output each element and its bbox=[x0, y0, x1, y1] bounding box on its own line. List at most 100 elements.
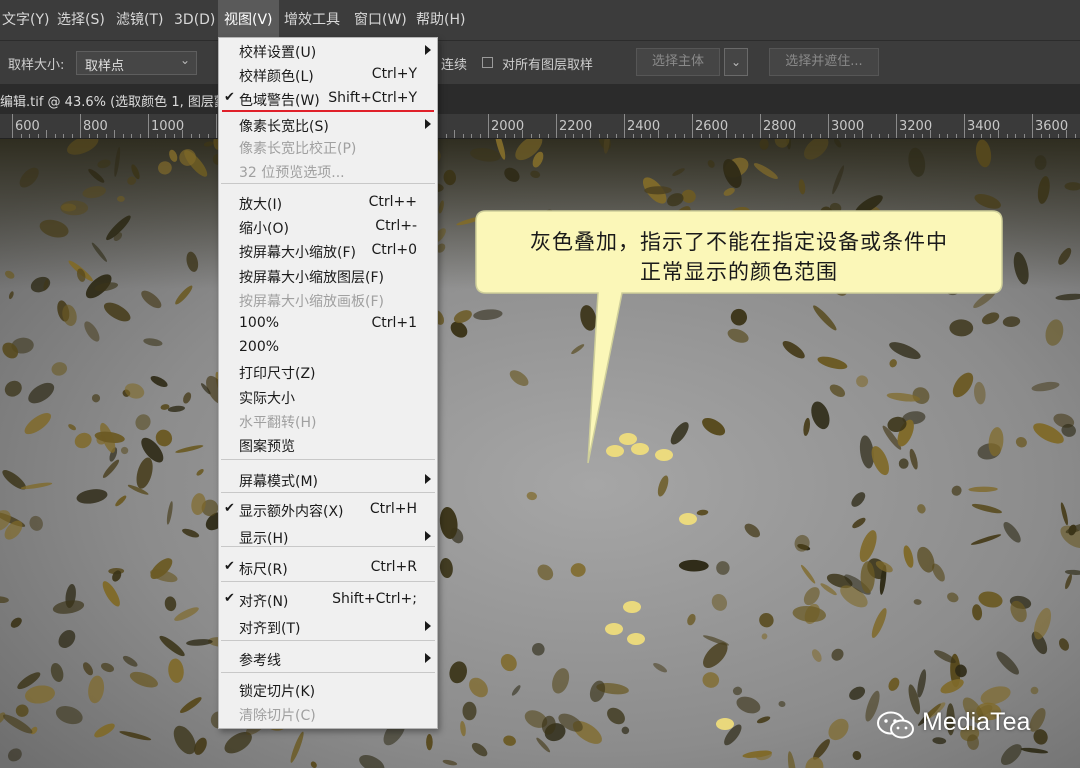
ruler-tick bbox=[556, 114, 557, 138]
view-menu-item: 按屏幕大小缩放画板(F) bbox=[219, 288, 437, 312]
menu-separator bbox=[221, 492, 435, 493]
ruler-tick bbox=[1049, 134, 1050, 138]
ruler-tick bbox=[786, 134, 787, 138]
wechat-icon bbox=[877, 711, 914, 739]
view-menu-item[interactable]: 校样颜色(L) Ctrl+Y bbox=[219, 63, 437, 87]
select-subject-button[interactable]: 选择主体 bbox=[636, 48, 720, 76]
ruler-tick bbox=[21, 134, 22, 138]
menu-bar: 文字(Y) 选择(S) 滤镜(T) 3D(D) 视图(V) 增效工具 窗口(W)… bbox=[0, 0, 1080, 40]
view-menu-item[interactable]: 放大(I) Ctrl++ bbox=[219, 191, 437, 215]
ruler-tick bbox=[947, 134, 948, 138]
ruler-tick bbox=[174, 134, 175, 138]
color-patch bbox=[60, 200, 89, 216]
ruler-tick bbox=[497, 134, 498, 138]
menu-window[interactable]: 窗口(W) bbox=[352, 0, 409, 40]
menu-select[interactable]: 选择(S) bbox=[55, 0, 107, 40]
view-menu-item-label: 32 位预览选项... bbox=[239, 165, 345, 181]
menu-view[interactable]: 视图(V) bbox=[218, 0, 279, 40]
submenu-arrow-icon bbox=[425, 531, 431, 541]
ruler-tick bbox=[548, 134, 549, 138]
ruler-tick bbox=[514, 134, 515, 138]
view-menu-item[interactable]: ✔ 显示额外内容(X) Ctrl+H bbox=[219, 498, 437, 522]
ruler-tick bbox=[539, 134, 540, 138]
ruler-tick bbox=[871, 134, 872, 138]
sample-size-value: 取样点 bbox=[85, 59, 125, 74]
view-menu-item[interactable]: 200% bbox=[219, 336, 437, 360]
watermark-text: MediaTea bbox=[922, 708, 1031, 736]
menu-filter[interactable]: 滤镜(T) bbox=[114, 0, 165, 40]
view-menu-item-label: 打印尺寸(Z) bbox=[239, 366, 316, 382]
ruler-tick bbox=[165, 134, 166, 138]
ruler-tick bbox=[990, 134, 991, 138]
options-bar: 取样大小: 取样点 ⌄ 连续 对所有图层取样 选择主体 ⌄ 选择并遮住... bbox=[0, 40, 1080, 85]
view-menu-item[interactable]: 按屏幕大小缩放(F) Ctrl+0 bbox=[219, 239, 437, 263]
view-menu-item-label: 放大(I) bbox=[239, 197, 283, 213]
view-menu-item[interactable]: 图案预览 bbox=[219, 433, 437, 457]
ruler-tick bbox=[888, 134, 889, 138]
ruler-label: 2200 bbox=[559, 119, 593, 134]
ruler-tick bbox=[454, 130, 455, 138]
ruler-tick bbox=[1024, 134, 1025, 138]
view-menu-item-label: 校样设置(U) bbox=[239, 45, 317, 61]
view-menu-item-label: 校样颜色(L) bbox=[239, 69, 314, 85]
select-and-mask-button[interactable]: 选择并遮住... bbox=[769, 48, 879, 76]
menu-3d[interactable]: 3D(D) bbox=[172, 0, 217, 40]
menu-separator bbox=[221, 672, 435, 673]
ruler-tick bbox=[735, 134, 736, 138]
submenu-arrow-icon bbox=[425, 474, 431, 484]
menu-type[interactable]: 文字(Y) bbox=[0, 0, 51, 40]
menu-help[interactable]: 帮助(H) bbox=[414, 0, 467, 40]
select-subject-dropdown[interactable]: ⌄ bbox=[724, 48, 748, 76]
ruler-tick bbox=[63, 134, 64, 138]
view-menu-item[interactable]: 校样设置(U) bbox=[219, 39, 437, 63]
view-menu-item[interactable]: 对齐到(T) bbox=[219, 615, 437, 639]
ruler-tick bbox=[675, 134, 676, 138]
view-menu-item[interactable]: 缩小(O) Ctrl+- bbox=[219, 215, 437, 239]
view-menu-item[interactable]: 100% Ctrl+1 bbox=[219, 312, 437, 336]
view-menu-item-label: 色域警告(W) bbox=[239, 93, 320, 109]
view-menu-item[interactable]: ✔ 标尺(R) Ctrl+R bbox=[219, 556, 437, 580]
highlight-patch bbox=[716, 718, 734, 730]
view-menu-item-label: 显示额外内容(X) bbox=[239, 504, 344, 520]
view-menu-item[interactable]: ✔ 色域警告(W) Shift+Ctrl+Y bbox=[219, 87, 437, 111]
all-layers-checkbox[interactable] bbox=[482, 57, 493, 68]
ruler-label: 1000 bbox=[151, 119, 185, 134]
view-menu-item[interactable]: 打印尺寸(Z) bbox=[219, 360, 437, 384]
ruler-tick bbox=[573, 134, 574, 138]
ruler-tick bbox=[820, 134, 821, 138]
ruler-tick bbox=[692, 114, 693, 138]
view-menu-item-label: 按屏幕大小缩放(F) bbox=[239, 245, 356, 261]
view-menu-item-label: 水平翻转(H) bbox=[239, 415, 317, 431]
ruler-tick bbox=[709, 134, 710, 138]
color-patch bbox=[462, 701, 477, 721]
view-menu-item-label: 对齐(N) bbox=[239, 594, 289, 610]
view-menu-item[interactable]: 实际大小 bbox=[219, 385, 437, 409]
view-menu-item[interactable]: ✔ 对齐(N) Shift+Ctrl+; bbox=[219, 588, 437, 612]
sample-size-select[interactable]: 取样点 ⌄ bbox=[76, 51, 197, 75]
ruler-tick bbox=[488, 114, 489, 138]
menu-separator bbox=[221, 459, 435, 460]
view-menu-item[interactable]: 锁定切片(K) bbox=[219, 678, 437, 702]
view-menu-item[interactable]: 按屏幕大小缩放图层(F) bbox=[219, 264, 437, 288]
ruler-tick bbox=[29, 134, 30, 138]
document-tab-title[interactable]: 编辑.tif @ 43.6% (选取颜色 1, 图层蒙 bbox=[0, 91, 227, 110]
menu-plugins[interactable]: 增效工具 bbox=[282, 0, 342, 40]
ruler-label: 2600 bbox=[695, 119, 729, 134]
horizontal-ruler[interactable]: 600 800 1000 2000 2200 2400 2600 2800 30… bbox=[0, 114, 1080, 139]
view-menu-item[interactable]: 像素长宽比(S) bbox=[219, 113, 437, 137]
ruler-tick bbox=[684, 134, 685, 138]
ruler-tick bbox=[854, 134, 855, 138]
submenu-arrow-icon bbox=[425, 621, 431, 631]
view-menu-item: 水平翻转(H) bbox=[219, 409, 437, 433]
ruler-tick bbox=[973, 134, 974, 138]
ruler-tick bbox=[752, 134, 753, 138]
view-menu-item[interactable]: 参考线 bbox=[219, 647, 437, 671]
ruler-label: 3400 bbox=[967, 119, 1001, 134]
ruler-tick bbox=[46, 130, 47, 138]
ruler-tick bbox=[956, 134, 957, 138]
ruler-tick bbox=[650, 134, 651, 138]
highlight-patch bbox=[605, 623, 623, 635]
highlight-patch bbox=[679, 513, 697, 525]
ruler-tick bbox=[981, 134, 982, 138]
view-menu-item[interactable]: 屏幕模式(M) bbox=[219, 468, 437, 492]
